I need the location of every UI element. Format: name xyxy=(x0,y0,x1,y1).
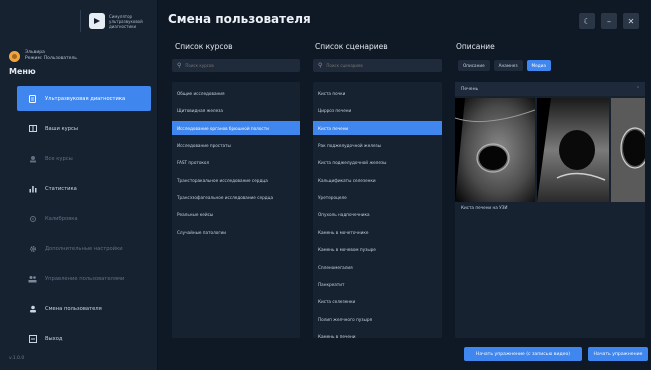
close-icon: ✕ xyxy=(627,16,635,26)
logo-icon xyxy=(89,13,105,29)
course-item[interactable]: Трансэзофагеальное исследование сердца xyxy=(172,190,300,205)
sidebar-item-exit[interactable]: Выход xyxy=(17,326,151,351)
ultrasound-image-1[interactable] xyxy=(455,98,535,202)
sidebar-item-calibration[interactable]: Калибровка xyxy=(17,206,151,231)
description-tabs: Описание Анамнез Медиа xyxy=(458,60,551,71)
search-icon: ⚲ xyxy=(318,62,323,69)
scenario-item[interactable]: Киста селезенки xyxy=(313,295,442,310)
sidebar-item-label: Выход xyxy=(45,335,63,342)
logo-line-3: диагностики xyxy=(109,23,137,29)
ultrasound-image-2[interactable] xyxy=(537,98,609,202)
image-caption: Киста печени на УЗИ xyxy=(461,205,508,210)
course-item[interactable]: Случайные патологии xyxy=(172,225,300,240)
user-role: Режим: Пользователь xyxy=(25,56,77,61)
user-icon xyxy=(28,304,37,313)
course-item[interactable]: Трансторакальное исследование сердца xyxy=(172,173,300,188)
scenario-item[interactable]: Полип желчного пузыря xyxy=(313,312,442,327)
sidebar: Симулятор ультразвуковой диагностики Эль… xyxy=(0,0,158,370)
courses-search[interactable]: ⚲ xyxy=(172,59,300,72)
courses-search-input[interactable] xyxy=(185,63,297,68)
menu-title: Меню xyxy=(9,67,36,76)
sidebar-item-label: Ультразвуковая диагностика xyxy=(45,95,126,102)
scenario-item[interactable]: Панкреатит xyxy=(313,277,442,292)
close-button[interactable]: ✕ xyxy=(623,13,639,29)
scenarios-list: Киста почки Цирроз печени Киста печени Рак … xyxy=(313,82,442,338)
sidebar-nav: Ультразвуковая диагностика Ваши курсы Вс… xyxy=(17,86,151,356)
book-icon xyxy=(28,124,37,133)
sidebar-item-your-courses[interactable]: Ваши курсы xyxy=(17,116,151,141)
course-item[interactable]: Исследование органов брюшной полости xyxy=(172,120,300,136)
description-tab[interactable]: Медиа xyxy=(526,60,551,71)
app-window: Симулятор ультразвуковой диагностики Эль… xyxy=(0,0,651,370)
description-title: Описание xyxy=(456,42,495,51)
start-with-video-button[interactable]: Начать упражнение (с записью видео) xyxy=(464,347,582,361)
sidebar-item-label: Статистика xyxy=(45,185,77,192)
description-tab[interactable]: Анамнез xyxy=(493,60,523,71)
scenario-item[interactable]: Камень в печени xyxy=(313,329,442,338)
description-tab[interactable]: Описание xyxy=(458,60,490,71)
course-item[interactable]: Реальные кейсы xyxy=(172,208,300,223)
scenario-item[interactable]: Рак поджелудочной железы xyxy=(313,138,442,153)
moon-icon: ☾ xyxy=(583,16,591,26)
sidebar-item-ultrasound[interactable]: Ультразвуковая диагностика xyxy=(17,86,151,111)
chevron-up-icon: ˄ xyxy=(636,86,639,92)
courses-icon xyxy=(28,154,37,163)
ultrasound-gallery[interactable] xyxy=(455,98,645,202)
scenario-item[interactable]: Спленомегалия xyxy=(313,260,442,275)
media-dropdown[interactable]: Печень ˄ xyxy=(455,82,645,96)
sidebar-item-switch-user[interactable]: Смена пользователя xyxy=(17,296,151,321)
course-item[interactable]: FAST протокол xyxy=(172,156,300,171)
sidebar-item-label: Смена пользователя xyxy=(45,305,102,312)
scenario-item[interactable]: Киста почки xyxy=(313,86,442,101)
window-controls: ☾ – ✕ xyxy=(579,13,639,29)
sidebar-item-label: Все курсы xyxy=(45,155,73,162)
sidebar-item-settings[interactable]: Дополнительные настройки xyxy=(17,236,151,261)
app-version: v.1.0.0 xyxy=(9,356,25,361)
course-item[interactable]: Исследование простаты xyxy=(172,138,300,153)
app-logo: Симулятор ультразвуковой диагностики xyxy=(80,10,152,32)
minimize-icon: – xyxy=(607,16,611,26)
scenario-item[interactable]: Киста печени xyxy=(313,120,442,136)
description-panel: Печень ˄ Киста печени на УЗИ xyxy=(455,82,645,338)
scenarios-title: Список сценариев xyxy=(315,42,388,51)
scenario-item[interactable]: Киста поджелудочной железы xyxy=(313,156,442,171)
scenario-item[interactable]: Камень в мочеточнике xyxy=(313,225,442,240)
main-content: Смена пользователя ☾ – ✕ Список курсов ⚲… xyxy=(158,0,651,370)
calibrate-icon xyxy=(28,214,37,223)
sidebar-item-statistics[interactable]: Статистика xyxy=(17,176,151,201)
scenario-item[interactable]: Цирроз печени xyxy=(313,103,442,118)
exit-icon xyxy=(28,334,37,343)
theme-toggle-button[interactable]: ☾ xyxy=(579,13,595,29)
document-icon xyxy=(28,94,37,103)
search-icon: ⚲ xyxy=(177,62,182,69)
sidebar-item-all-courses[interactable]: Все курсы xyxy=(17,146,151,171)
scenario-item[interactable]: Уретероцеле xyxy=(313,190,442,205)
sidebar-item-label: Ваши курсы xyxy=(45,125,78,132)
course-item[interactable]: Щитовидная железа xyxy=(172,103,300,118)
sidebar-item-label: Калибровка xyxy=(45,215,78,222)
users-icon xyxy=(28,274,37,283)
logo-text: Симулятор ультразвуковой диагностики xyxy=(109,14,143,29)
sidebar-item-label: Дополнительные настройки xyxy=(45,245,123,252)
course-item[interactable]: Общие исследования xyxy=(172,86,300,101)
avatar xyxy=(9,50,20,62)
chart-icon xyxy=(28,184,37,193)
sidebar-item-label: Управление пользователями xyxy=(45,275,125,282)
courses-title: Список курсов xyxy=(175,42,233,51)
current-user: Эльвира Режим: Пользователь xyxy=(9,50,77,62)
gear-icon xyxy=(28,244,37,253)
start-exercise-button[interactable]: Начать упражнение xyxy=(588,347,648,361)
scenarios-search-input[interactable] xyxy=(326,63,438,68)
ultrasound-image-3[interactable] xyxy=(611,98,645,202)
courses-list: Общие исследования Щитовидная железа Иссле… xyxy=(172,82,300,338)
sidebar-item-user-management[interactable]: Управление пользователями xyxy=(17,266,151,291)
scenario-item[interactable]: Камень в мочевом пузыре xyxy=(313,243,442,258)
page-title: Смена пользователя xyxy=(168,12,311,26)
media-dropdown-value: Печень xyxy=(461,86,479,92)
scenarios-search[interactable]: ⚲ xyxy=(313,59,442,72)
scenario-item[interactable]: Опухоль надпочечника xyxy=(313,208,442,223)
logo-line-2: ультразвуковой xyxy=(109,18,143,24)
minimize-button[interactable]: – xyxy=(601,13,617,29)
scenario-item[interactable]: Кальцификаты селезенки xyxy=(313,173,442,188)
